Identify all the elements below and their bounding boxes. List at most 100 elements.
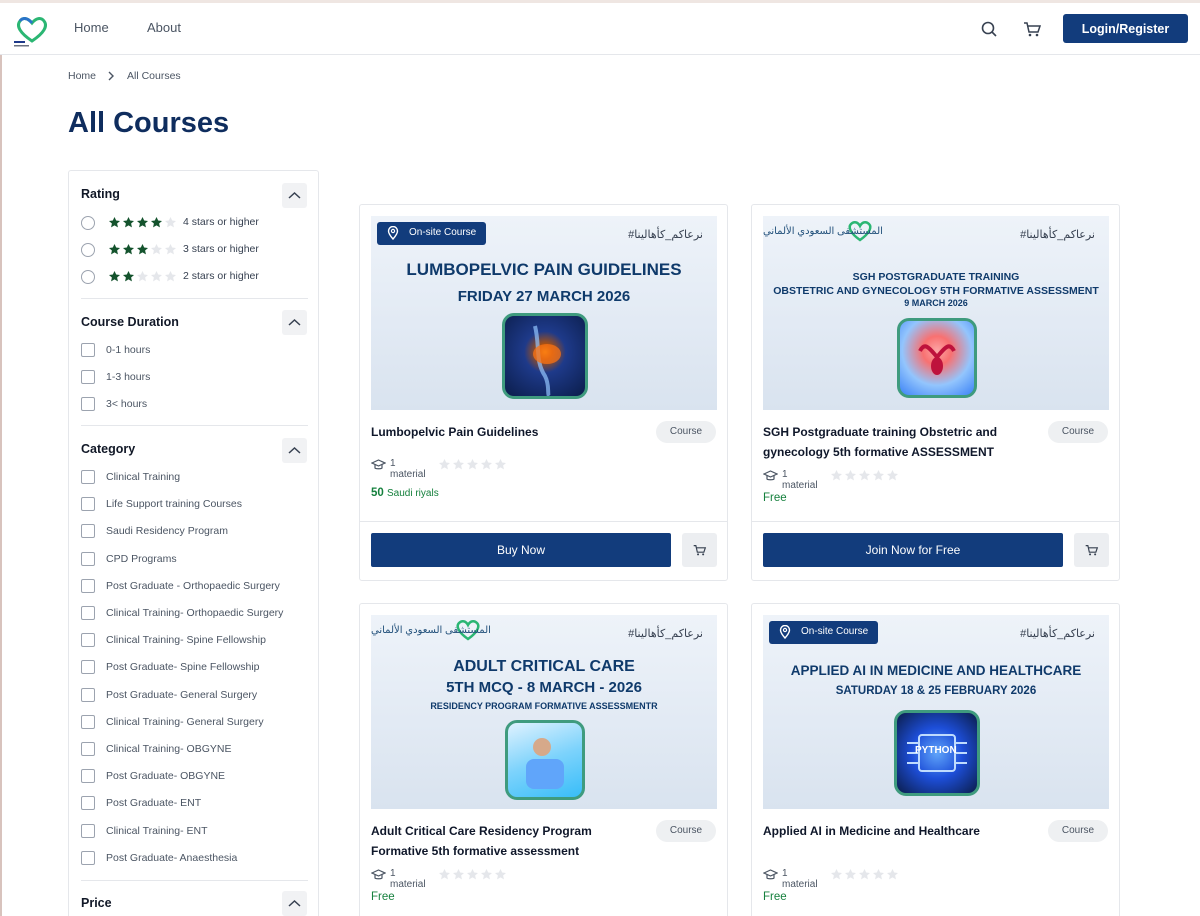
course-card[interactable]: المستشفى السعودي الألماني #نرعاكم_كأهالي… bbox=[359, 603, 728, 916]
rating-4-radio[interactable] bbox=[81, 216, 95, 230]
duration-3plus-checkbox[interactable] bbox=[81, 397, 95, 411]
cart-icon[interactable] bbox=[1021, 18, 1043, 40]
category-checkbox[interactable] bbox=[81, 633, 95, 648]
thumbnail-label: PYTHON bbox=[915, 745, 957, 756]
course-title[interactable]: Adult Critical Care Residency Program Fo… bbox=[371, 821, 641, 861]
breadcrumb-home[interactable]: Home bbox=[68, 70, 96, 82]
chevron-up-icon bbox=[288, 191, 301, 199]
graduation-cap-icon bbox=[763, 470, 778, 481]
duration-collapse-button[interactable] bbox=[282, 310, 307, 335]
divider bbox=[81, 425, 308, 426]
category-checkbox[interactable] bbox=[81, 796, 95, 811]
course-card[interactable]: المستشفى السعودي الألماني #نرعاكم_كأهالي… bbox=[751, 204, 1120, 581]
category-checkbox[interactable] bbox=[81, 850, 95, 865]
duration-1-3-checkbox[interactable] bbox=[81, 370, 95, 384]
site-logo[interactable] bbox=[12, 11, 52, 51]
price-collapse-button[interactable] bbox=[282, 891, 307, 916]
category-label: Post Graduate- ENT bbox=[106, 797, 202, 810]
duration-1-3-label: 1-3 hours bbox=[106, 371, 151, 383]
star-icon bbox=[872, 469, 885, 487]
star-icon bbox=[858, 469, 871, 487]
chevron-right-icon bbox=[106, 70, 116, 85]
star-icon bbox=[164, 270, 177, 283]
star-icon bbox=[108, 243, 121, 256]
course-card[interactable]: #نرعاكم_كأهالينا APPLIED AI IN MEDICINE … bbox=[751, 603, 1120, 916]
nav-about[interactable]: About bbox=[147, 20, 181, 35]
course-title[interactable]: Applied AI in Medicine and Healthcare bbox=[763, 821, 1033, 841]
course-title[interactable]: SGH Postgraduate training Obstetric and … bbox=[763, 422, 1033, 462]
course-banner-image[interactable]: #نرعاكم_كأهالينا LUMBOPELVIC PAIN GUIDEL… bbox=[371, 216, 717, 410]
category-label: Post Graduate- Anaesthesia bbox=[106, 851, 238, 864]
banner-date: SATURDAY 18 & 25 FEBRUARY 2026 bbox=[835, 685, 1037, 697]
star-icon bbox=[164, 216, 177, 229]
category-label: Clinical Training- OBGYNE bbox=[106, 743, 232, 755]
category-label: Life Support training Courses bbox=[106, 498, 242, 511]
category-checkbox[interactable] bbox=[81, 606, 95, 620]
cart-icon bbox=[1085, 545, 1099, 556]
category-checkbox[interactable] bbox=[81, 687, 95, 702]
join-free-button[interactable]: Join Now for Free bbox=[763, 533, 1063, 567]
course-banner-image[interactable]: المستشفى السعودي الألماني #نرعاكم_كأهالي… bbox=[763, 216, 1109, 410]
rating-3-radio[interactable] bbox=[81, 243, 95, 257]
course-banner-image[interactable]: #نرعاكم_كأهالينا APPLIED AI IN MEDICINE … bbox=[763, 615, 1109, 809]
star-icon bbox=[858, 868, 871, 886]
course-rating-stars bbox=[830, 469, 899, 487]
category-checkbox[interactable] bbox=[81, 497, 95, 512]
course-card[interactable]: #نرعاكم_كأهالينا LUMBOPELVIC PAIN GUIDEL… bbox=[359, 204, 728, 581]
onsite-course-tag: On-site Course bbox=[377, 222, 487, 245]
category-checkbox[interactable] bbox=[81, 823, 95, 838]
nav-home[interactable]: Home bbox=[74, 20, 109, 35]
category-label: Clinical Training- General Surgery bbox=[106, 715, 264, 728]
category-checkbox[interactable] bbox=[81, 714, 95, 729]
course-thumbnail bbox=[897, 318, 977, 398]
site-header: Home About Login/Register bbox=[0, 3, 1200, 55]
category-label: Clinical Training bbox=[106, 471, 181, 483]
login-register-button[interactable]: Login/Register bbox=[1063, 14, 1188, 43]
add-to-cart-button[interactable] bbox=[682, 533, 717, 567]
star-icon bbox=[438, 868, 451, 886]
star-icon bbox=[830, 868, 843, 886]
search-icon[interactable] bbox=[978, 18, 1000, 40]
star-icon bbox=[480, 868, 493, 886]
graduation-cap-icon bbox=[371, 869, 386, 880]
category-checkbox[interactable] bbox=[81, 742, 95, 756]
rating-2-radio[interactable] bbox=[81, 270, 95, 284]
category-label: Clinical Training- Orthopaedic Surgery bbox=[106, 607, 284, 619]
course-type-badge: Course bbox=[1048, 421, 1108, 443]
star-icon bbox=[886, 469, 899, 487]
duration-0-1-checkbox[interactable] bbox=[81, 343, 95, 357]
breadcrumb-current: All Courses bbox=[127, 70, 181, 82]
price-filter-title: Price bbox=[81, 896, 112, 910]
category-label: Saudi Residency Program bbox=[106, 525, 228, 538]
star-icon bbox=[108, 270, 121, 283]
rating-2-stars bbox=[108, 270, 177, 283]
banner-date: FRIDAY 27 MARCH 2026 bbox=[457, 288, 631, 305]
category-checkbox[interactable] bbox=[81, 660, 95, 675]
course-title[interactable]: Lumbopelvic Pain Guidelines bbox=[371, 422, 641, 442]
category-checkbox[interactable] bbox=[81, 578, 95, 593]
buy-now-button[interactable]: Buy Now bbox=[371, 533, 671, 567]
star-icon bbox=[438, 458, 451, 476]
category-checkbox[interactable] bbox=[81, 551, 95, 566]
star-icon bbox=[136, 270, 149, 283]
onsite-course-tag: On-site Course bbox=[769, 621, 879, 644]
category-checkbox[interactable] bbox=[81, 524, 95, 539]
banner-title: SGH POSTGRADUATE TRAINING bbox=[852, 271, 1020, 283]
chevron-up-icon bbox=[288, 318, 301, 326]
course-type-badge: Course bbox=[1048, 820, 1108, 842]
banner-date: 9 MARCH 2026 bbox=[904, 298, 968, 308]
category-label: CPD Programs bbox=[106, 552, 177, 565]
chevron-up-icon bbox=[288, 899, 301, 907]
course-thumbnail: PYTHON bbox=[894, 710, 980, 796]
cart-icon bbox=[693, 545, 707, 556]
graduation-cap-icon bbox=[371, 459, 386, 470]
course-banner-image[interactable]: المستشفى السعودي الألماني #نرعاكم_كأهالي… bbox=[371, 615, 717, 809]
category-checkbox[interactable] bbox=[81, 769, 95, 784]
category-collapse-button[interactable] bbox=[282, 438, 307, 463]
category-checkbox[interactable] bbox=[81, 470, 95, 484]
star-icon bbox=[150, 216, 163, 229]
add-to-cart-button[interactable] bbox=[1074, 533, 1109, 567]
rating-collapse-button[interactable] bbox=[282, 183, 307, 208]
page-title: All Courses bbox=[68, 107, 230, 139]
material-count: 1 material bbox=[390, 458, 426, 480]
